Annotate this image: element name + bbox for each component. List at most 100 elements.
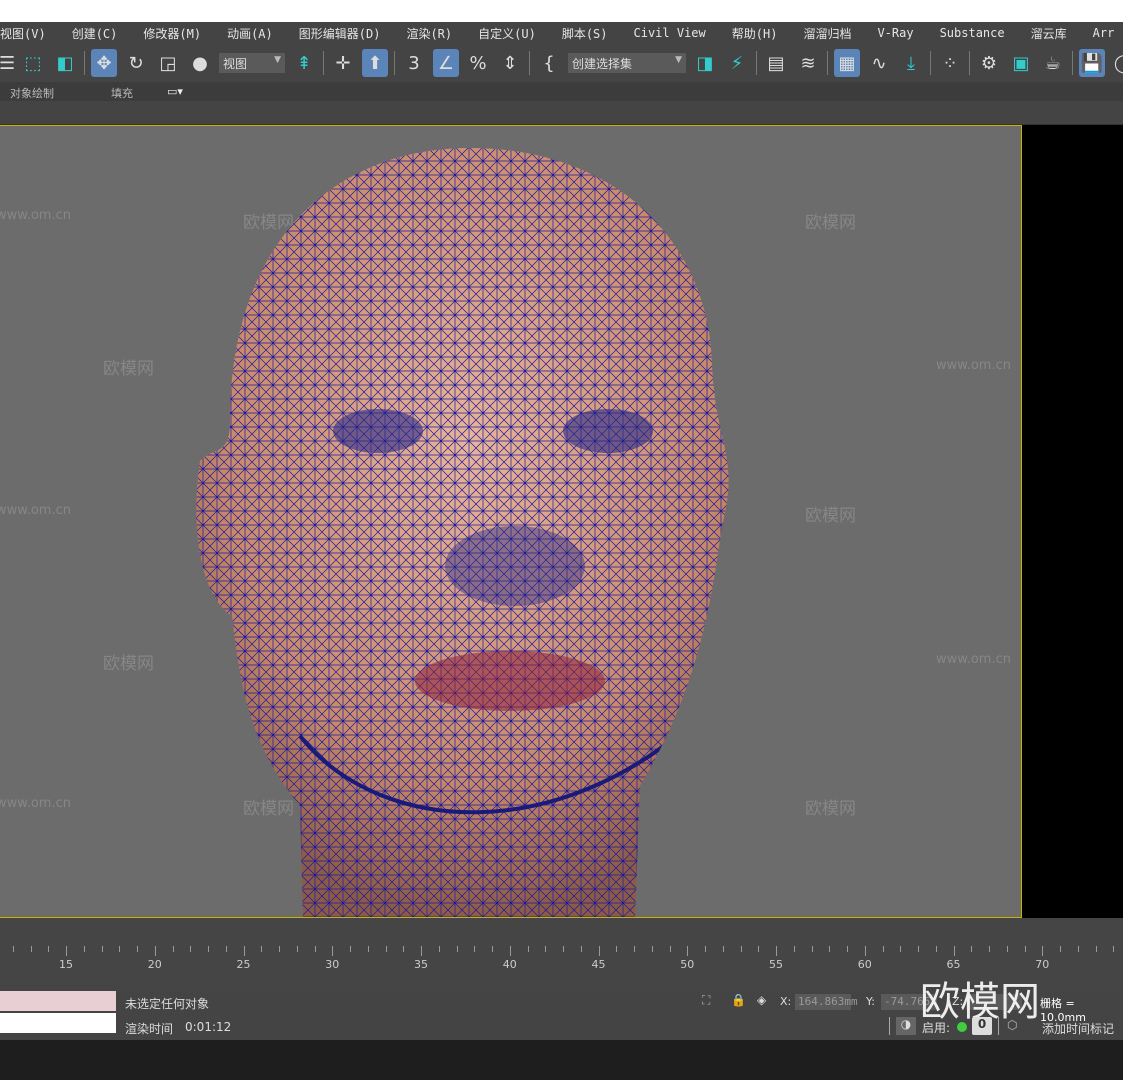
curve-editor-icon[interactable]: ∿: [866, 49, 892, 77]
move-icon[interactable]: ✥: [91, 49, 117, 77]
divider: [394, 51, 395, 75]
ruler-tick: [83, 946, 85, 952]
ruler-tick: [722, 946, 724, 952]
enable-count[interactable]: 0: [972, 1017, 992, 1035]
ruler-tick: [208, 946, 209, 952]
menu-help[interactable]: 帮助(H): [719, 25, 791, 42]
side-viewport[interactable]: [1022, 125, 1123, 918]
select-manipulate-icon[interactable]: ✛: [330, 49, 356, 77]
layer-explorer-icon[interactable]: ≋: [795, 49, 821, 77]
render-time-value: 0:01:12: [185, 1020, 232, 1034]
render-time-label: 渲染时间: [125, 1022, 174, 1036]
transform-mode-icon[interactable]: ◈: [757, 993, 766, 1007]
rendered-frame-window-icon[interactable]: ▣: [1008, 49, 1034, 77]
scale-icon[interactable]: ◲: [155, 49, 181, 77]
ruler-tick: [509, 946, 511, 956]
bottom-bar: [0, 1040, 1123, 1080]
ruler-tick: [243, 946, 245, 956]
add-time-tag-button[interactable]: 添加时间标记: [1042, 1020, 1114, 1037]
adaptive-degradation-icon[interactable]: ◑: [896, 1017, 916, 1035]
menu-customize[interactable]: 自定义(U): [465, 25, 549, 42]
divider: [930, 51, 931, 75]
ruler-tick: [1006, 946, 1008, 952]
object-paint-tab[interactable]: 对象绘制: [10, 85, 54, 101]
ruler-tick: [1077, 946, 1079, 952]
placement-icon[interactable]: ●: [187, 49, 213, 77]
menu-vray[interactable]: V-Ray: [864, 26, 926, 40]
enable-label: 启用:: [922, 1021, 951, 1035]
menu-scripting[interactable]: 脚本(S): [549, 25, 621, 42]
ruler-tick: [651, 946, 653, 952]
x-label: X:: [780, 995, 792, 1008]
menu-more[interactable]: Arr: [1080, 26, 1123, 40]
perspective-viewport[interactable]: www.om.cn 欧模网 欧模网 欧模网 www.om.cn www.om.c…: [0, 125, 1022, 918]
autosave-icon[interactable]: 💾: [1079, 49, 1105, 77]
menu-rendering[interactable]: 渲染(R): [393, 25, 465, 42]
rect-selection-icon[interactable]: ⬚: [20, 49, 46, 77]
align-icon[interactable]: ⚡: [724, 49, 750, 77]
menu-create[interactable]: 创建(C): [59, 25, 131, 42]
menu-view[interactable]: 视图(V): [0, 25, 59, 42]
ribbon-toggle-icon[interactable]: ▦: [834, 49, 860, 77]
lock-icon[interactable]: 🔒: [731, 993, 746, 1007]
fill-tab[interactable]: 填充: [111, 85, 133, 101]
maxscript-listener-pink[interactable]: [0, 991, 116, 1011]
ruler-tick-label: 30: [325, 958, 340, 971]
divider: [998, 1017, 999, 1035]
extra-tool-icon[interactable]: ◯: [1111, 49, 1123, 77]
ruler-tick: [66, 946, 67, 956]
mirror-icon[interactable]: ◨: [692, 49, 718, 77]
select-by-name-icon[interactable]: ☰: [0, 49, 15, 77]
angle-snap-icon[interactable]: ∠: [433, 49, 459, 77]
ruler-tick: [474, 946, 476, 952]
ruler-tick: [545, 946, 547, 952]
ruler-tick: [740, 946, 742, 952]
named-selection-dropdown[interactable]: 创建选择集 ▼: [568, 53, 686, 73]
ruler-tick: [935, 946, 937, 952]
reference-coordinate-dropdown[interactable]: 视图 ▼: [219, 53, 285, 73]
render-production-icon[interactable]: ☕: [1040, 49, 1066, 77]
ruler-tick-label: 55: [769, 958, 783, 971]
isolate-selection-icon[interactable]: ⛶: [702, 993, 710, 1008]
menu-archive[interactable]: 溜溜归档: [790, 25, 864, 42]
cube-icon[interactable]: ⬡: [1007, 1018, 1017, 1032]
window-crossing-icon[interactable]: ◧: [52, 49, 78, 77]
head-mesh-model[interactable]: [0, 126, 1022, 918]
menu-graph-editors[interactable]: 图形编辑器(D): [286, 25, 394, 42]
ruler-tick: [971, 946, 973, 952]
ruler-tick: [492, 946, 493, 952]
ruler-tick: [438, 946, 440, 952]
scene-explorer-icon[interactable]: ▤: [763, 49, 789, 77]
ruler-tick: [296, 946, 298, 952]
ruler-tick: [829, 946, 831, 952]
menu-modifiers[interactable]: 修改器(M): [130, 25, 214, 42]
menu-animation[interactable]: 动画(A): [214, 25, 286, 42]
ruler-tick: [314, 946, 316, 952]
maxscript-listener-white[interactable]: [0, 1013, 116, 1033]
ruler-tick: [456, 946, 458, 952]
ruler-tick: [350, 946, 351, 952]
divider: [1072, 51, 1073, 75]
spinner-snap-icon[interactable]: ⇕: [497, 49, 523, 77]
ribbon-panel: [0, 101, 1123, 125]
ribbon-options-icon[interactable]: ▭▾: [167, 85, 183, 98]
material-editor-icon[interactable]: ⁘: [937, 49, 963, 77]
snaps-toggle-icon[interactable]: 3: [401, 49, 427, 77]
ruler-tick-label: 50: [680, 958, 695, 971]
pivot-icon[interactable]: ⇞: [291, 49, 317, 77]
render-setup-icon[interactable]: ⚙: [976, 49, 1002, 77]
edit-named-selection-icon[interactable]: {: [536, 49, 562, 77]
schematic-view-icon[interactable]: ⤓: [898, 49, 924, 77]
ruler-tick: [172, 946, 174, 952]
ruler-tick: [1042, 946, 1044, 956]
menu-substance[interactable]: Substance: [927, 26, 1018, 40]
rotate-icon[interactable]: ↻: [123, 49, 149, 77]
keyboard-shortcut-toggle-icon[interactable]: ⬆: [362, 49, 388, 77]
menu-civil-view[interactable]: Civil View: [621, 26, 719, 40]
ruler-tick: [1113, 946, 1115, 952]
ruler-tick: [1024, 946, 1026, 952]
percent-snap-icon[interactable]: %: [465, 49, 491, 77]
x-coordinate-field[interactable]: 164.863mm: [795, 994, 858, 1010]
divider: [969, 51, 970, 75]
menu-cloud-library[interactable]: 溜云库: [1018, 25, 1080, 42]
